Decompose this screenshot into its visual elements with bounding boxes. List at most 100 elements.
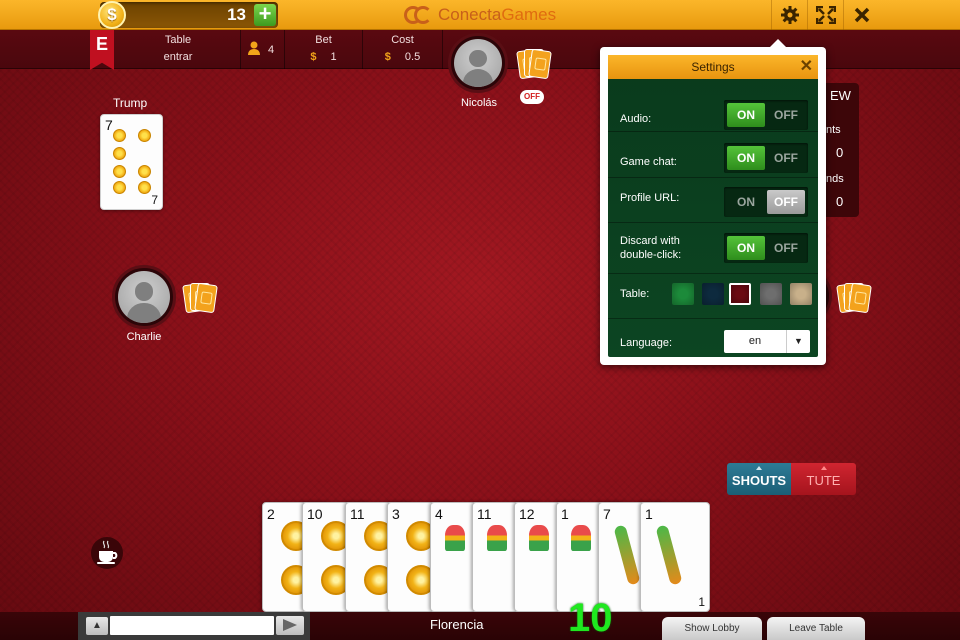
toggle-on[interactable]: ON [727, 190, 765, 214]
bet-label: Bet [315, 34, 332, 46]
table-color-swatch[interactable] [729, 283, 751, 305]
language-value: en [748, 335, 762, 347]
setting-row-game-chat: Game chat: ON OFF [608, 134, 818, 178]
card-number: 12 [519, 506, 535, 522]
basto-suit-icon [613, 524, 641, 586]
oro-icon [113, 129, 126, 142]
table-value: entrar [163, 51, 193, 63]
toggle-off[interactable]: OFF [767, 103, 805, 127]
settings-close-button[interactable]: ✕ [800, 55, 813, 79]
setting-label: Game chat: [620, 156, 677, 168]
score-row1-value: 0 [836, 145, 844, 160]
oro-icon [138, 181, 151, 194]
add-coins-button[interactable]: + [254, 3, 276, 26]
chevron-down-icon: ▼ [786, 330, 810, 353]
close-icon [854, 7, 869, 23]
card-number-bottom: 1 [698, 595, 705, 609]
player-name-top: Nicolás [460, 97, 498, 109]
send-button[interactable] [276, 616, 304, 635]
brand-logo: ConectaGames [404, 4, 556, 26]
setting-row-discard: Discard with double-click: ON OFF [608, 224, 818, 274]
card-number: 7 [603, 506, 611, 522]
bet-currency: $ [310, 51, 317, 63]
hand-card[interactable]: 11 [640, 502, 710, 612]
discard-double-click-toggle[interactable]: ON OFF [724, 233, 808, 263]
chat-expand-button[interactable]: ▲ [86, 617, 108, 635]
turn-timer: 10 [568, 596, 613, 640]
card-number: 11 [477, 506, 492, 522]
toggle-off[interactable]: OFF [767, 146, 805, 170]
logo-icon [404, 4, 434, 26]
copa-suit-icon [487, 525, 507, 551]
card-back-icon [848, 282, 872, 314]
cost-label: Cost [391, 34, 414, 46]
setting-row-audio: Audio: ON OFF [608, 90, 818, 132]
toggle-off[interactable]: OFF [767, 190, 805, 214]
settings-header: Settings ✕ [608, 55, 818, 79]
language-select[interactable]: en ▼ [724, 330, 810, 353]
copa-suit-icon [529, 525, 549, 551]
toggle-on[interactable]: ON [727, 236, 765, 260]
chat-input[interactable] [110, 616, 274, 635]
player-avatar-left[interactable] [112, 265, 176, 329]
table-color-label: Table: [620, 288, 650, 300]
leave-table-button[interactable]: Leave Table [767, 617, 865, 640]
players-count: 4 [268, 44, 275, 56]
fullscreen-button[interactable] [807, 0, 843, 30]
scoreboard: EW nts 0 nds 0 [826, 83, 859, 217]
profile-url-toggle[interactable]: ON OFF [724, 187, 808, 217]
cost-value: 0.5 [404, 51, 421, 63]
copa-suit-icon [445, 525, 465, 551]
card-number: 1 [645, 506, 653, 522]
user-icon [248, 41, 260, 55]
fullscreen-icon [815, 6, 836, 24]
table-color-swatch[interactable] [702, 283, 724, 305]
shouts-tab[interactable]: SHOUTS [727, 463, 791, 495]
trump-card-number-bottom: 7 [151, 193, 158, 207]
coin-balance: $ 13 + [98, 1, 278, 29]
info-divider [442, 30, 443, 69]
brand-name-2: Games [501, 5, 557, 24]
settings-panel: Settings ✕ Audio: ON OFF Game chat: ON OFF… [600, 39, 826, 365]
player-name-left: Charlie [126, 331, 162, 343]
close-button[interactable] [843, 0, 879, 30]
oro-icon [113, 181, 126, 194]
tute-label: TUTE [806, 473, 841, 488]
table-color-swatch[interactable] [790, 283, 812, 305]
settings-button[interactable] [771, 0, 807, 30]
cost-currency: $ [384, 51, 391, 63]
away-coffee-button[interactable] [91, 537, 123, 569]
audio-toggle[interactable]: ON OFF [724, 100, 808, 130]
coffee-cup-icon [97, 540, 118, 564]
table-label: Table [164, 34, 192, 46]
card-number: 11 [350, 506, 365, 522]
brand-name-1: Conecta [438, 5, 502, 24]
toggle-on[interactable]: ON [727, 146, 765, 170]
show-lobby-button[interactable]: Show Lobby [662, 617, 762, 640]
bet-value: 1 [330, 51, 337, 63]
table-color-swatch[interactable] [760, 283, 782, 305]
copa-suit-icon [571, 525, 591, 551]
cost-cell: Cost $0.5 [362, 30, 442, 69]
players-cell: 4 [240, 30, 284, 69]
setting-row-profile-url: Profile URL: ON OFF [608, 179, 818, 223]
gear-icon [780, 6, 799, 24]
oro-icon [138, 165, 151, 178]
trump-card: 7 7 [100, 114, 163, 210]
toggle-off[interactable]: OFF [767, 236, 805, 260]
oro-icon [138, 129, 151, 142]
top-bar: $ 13 + ConectaGames [0, 0, 960, 30]
score-row2-value: 0 [836, 194, 844, 209]
tute-tab[interactable]: TUTE [791, 463, 856, 495]
card-back-icon [528, 48, 552, 80]
game-chat-toggle[interactable]: ON OFF [724, 143, 808, 173]
trump-label: Trump [113, 96, 148, 110]
table-color-swatch[interactable] [672, 283, 694, 305]
toggle-on[interactable]: ON [727, 103, 765, 127]
bet-cell: Bet $1 [284, 30, 362, 69]
arrow-up-icon [756, 466, 762, 470]
settings-title: Settings [691, 60, 735, 74]
coin-icon: $ [98, 1, 126, 29]
player-avatar-top[interactable] [448, 33, 508, 93]
setting-label: Profile URL: [620, 192, 680, 204]
